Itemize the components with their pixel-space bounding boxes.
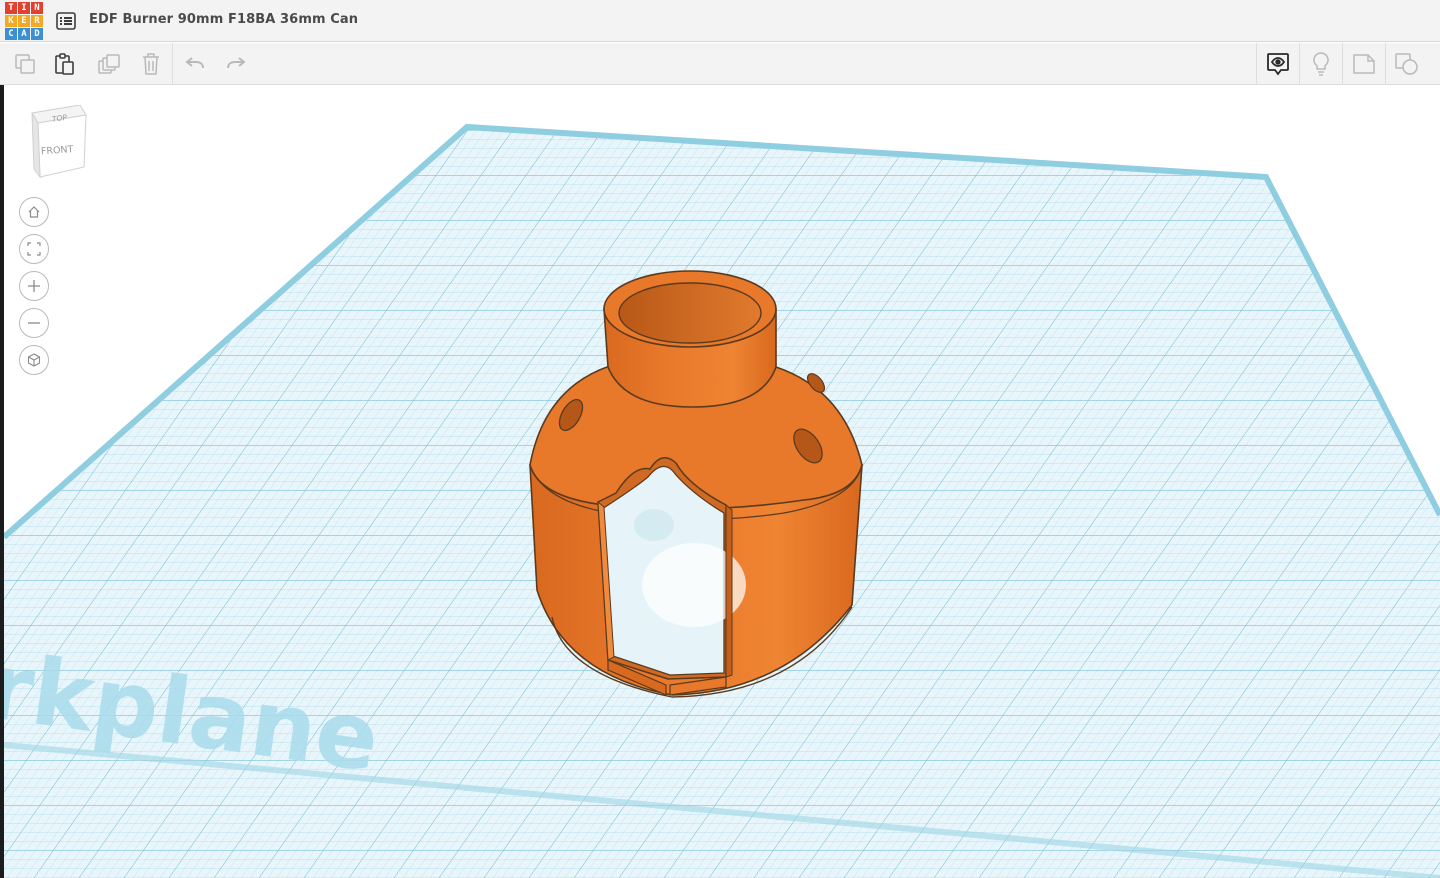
logo-letter: K [5, 15, 17, 27]
fit-view-button[interactable] [19, 234, 49, 264]
note-icon [1353, 54, 1375, 74]
zoom-in-button[interactable] [19, 271, 49, 301]
view-cube[interactable]: TOP FRONT [24, 104, 90, 181]
logo-letter: N [31, 2, 43, 14]
edit-toolbar [0, 43, 1440, 85]
delete-icon [143, 53, 159, 75]
show-hide-button[interactable] [1263, 49, 1293, 79]
group-icon [1395, 53, 1418, 75]
zoom-out-icon [28, 322, 40, 324]
paste-icon [55, 53, 74, 75]
zoom-in-icon [28, 280, 40, 292]
logo-letter: C [5, 28, 17, 40]
tinkercad-logo[interactable]: T I N K E R C A D [4, 1, 44, 41]
list-icon [56, 12, 76, 30]
undo-button[interactable] [180, 49, 210, 79]
home-view-button[interactable] [19, 197, 49, 227]
logo-letter: A [18, 28, 30, 40]
design-title[interactable]: EDF Burner 90mm F18BA 36mm Can [89, 12, 358, 27]
redo-button[interactable] [221, 49, 251, 79]
lightbulb-button[interactable] [1306, 49, 1336, 79]
title-bar: T I N K E R C A D EDF Burner 90mm F18BA … [0, 0, 1440, 42]
zoom-out-button[interactable] [19, 308, 49, 338]
home-icon [28, 206, 40, 218]
delete-button[interactable] [136, 49, 166, 79]
perspective-toggle-button[interactable] [19, 345, 49, 375]
logo-letter: T [5, 2, 17, 14]
copy-icon [15, 54, 35, 74]
workplane-scene[interactable]: rkplane [4, 85, 1440, 878]
undo-icon [185, 57, 204, 69]
redo-icon [227, 57, 246, 69]
logo-letter: I [18, 2, 30, 14]
note-button[interactable] [1349, 49, 1379, 79]
fit-view-icon [27, 242, 41, 256]
lightbulb-icon [1313, 52, 1329, 76]
logo-letter: D [31, 28, 43, 40]
show-hide-icon [1267, 53, 1289, 76]
copy-button[interactable] [10, 49, 40, 79]
view-cube-front-label[interactable]: FRONT [41, 144, 74, 157]
perspective-icon [27, 353, 41, 367]
logo-letter: E [18, 15, 30, 27]
workplane-viewport[interactable]: rkplane TOP FRONT [4, 85, 1440, 878]
paste-button[interactable] [50, 49, 80, 79]
group-button[interactable] [1392, 49, 1422, 79]
logo-letter: R [31, 15, 43, 27]
duplicate-button[interactable] [94, 49, 124, 79]
duplicate-icon [98, 54, 120, 74]
design-list-button[interactable] [55, 10, 77, 32]
